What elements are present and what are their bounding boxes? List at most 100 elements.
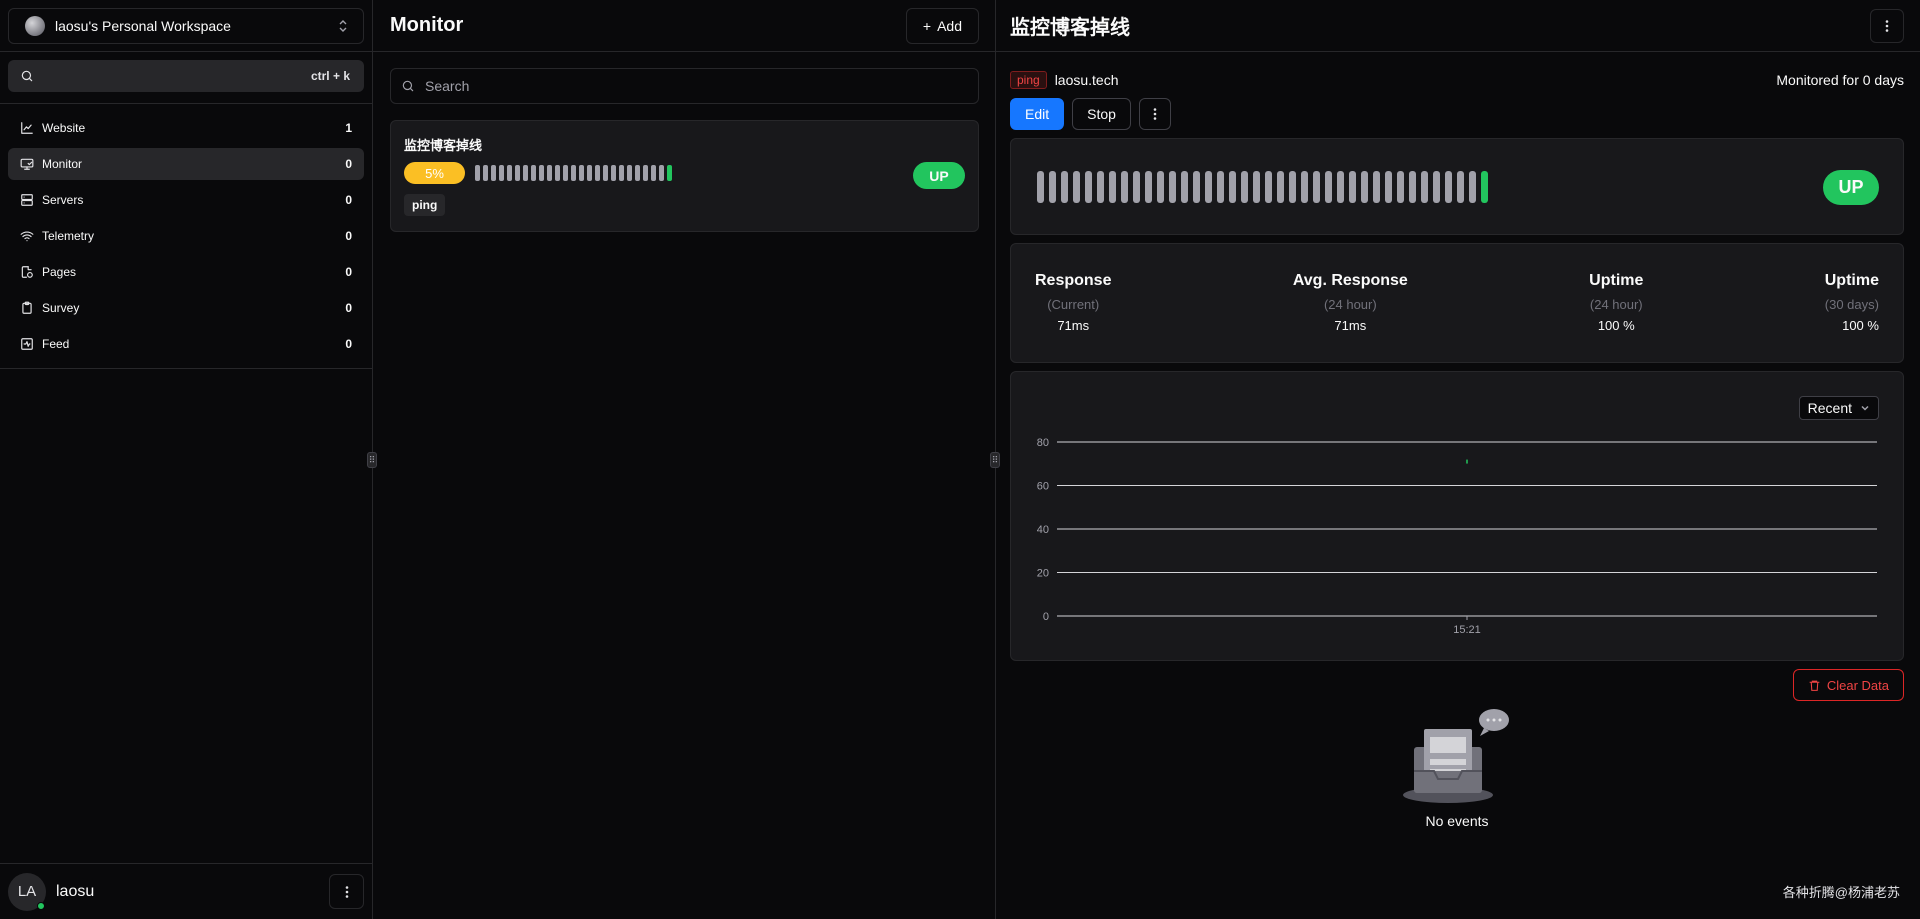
heartbeat-bar (1169, 170, 1176, 203)
heartbeat-bar (1049, 170, 1056, 203)
add-monitor-button[interactable]: + Add (905, 7, 979, 44)
empty-inbox-illustration (1403, 709, 1509, 803)
sidebar-item-label: Monitor (42, 157, 83, 171)
sidebar-item-count: 0 (345, 265, 352, 279)
stat-title: Uptime (1589, 272, 1644, 289)
stat-value: 71ms (1057, 318, 1090, 333)
stat-avg-response: Avg. Response (24 hour) 71ms (1293, 272, 1408, 362)
sidebar-item-telemetry[interactable]: Telemetry 0 (8, 220, 364, 252)
monitor-list-pane: Monitor + Add 监控博客掉线 5% UP ping ⠿ (373, 0, 1000, 919)
user-bar: LA laosu (0, 863, 372, 919)
y-tick-label: 0 (1043, 611, 1049, 623)
stats-card: Response (Current) 71ms Avg. Response (2… (1010, 243, 1904, 363)
sidebar-item-label: Survey (42, 301, 80, 315)
detail-header: 监控博客掉线 (996, 0, 1920, 52)
heartbeat-bar (1409, 170, 1416, 203)
sidebar-item-survey[interactable]: Survey 0 (8, 292, 364, 324)
heartbeat-bar (1289, 170, 1296, 203)
sidebar-item-monitor[interactable]: Monitor 0 (8, 148, 364, 180)
monitor-card[interactable]: 监控博客掉线 5% UP ping (390, 120, 979, 232)
heartbeat-bar (1481, 170, 1488, 203)
grip-icon: ⠿ (368, 454, 376, 465)
pulse-icon (20, 337, 34, 351)
stat-value: 100 % (1597, 318, 1635, 333)
heartbeat-bar (1217, 170, 1224, 203)
heartbeat-bar (595, 165, 600, 181)
heartbeat-bar (1457, 170, 1464, 203)
edit-button[interactable]: Edit (1010, 98, 1065, 130)
sidebar-item-feed[interactable]: Feed 0 (8, 328, 364, 360)
avatar-initials: LA (17, 883, 37, 900)
sidebar-item-count: 0 (345, 229, 352, 243)
more-actions-button[interactable] (1138, 98, 1171, 130)
more-vertical-icon (1885, 19, 1889, 32)
stat-uptime-24h: Uptime (24 hour) 100 % (1589, 272, 1643, 362)
clear-data-label: Clear Data (1826, 677, 1889, 693)
response-chart-card: 0 20 40 60 80 15:21 Recent (1010, 371, 1904, 661)
sidebar-resize-handle[interactable]: ⠿ (367, 452, 377, 468)
sidebar-nav: Website 1 Monitor 0 Servers 0 Telemetry … (0, 104, 372, 369)
avatar[interactable]: LA (8, 872, 46, 911)
sidebar-item-count: 1 (345, 121, 352, 135)
sidebar-item-label: Servers (42, 193, 84, 207)
sidebar-item-website[interactable]: Website 1 (8, 112, 364, 144)
sidebar-item-servers[interactable]: Servers 0 (8, 184, 364, 216)
heartbeat-bar (555, 165, 560, 181)
workspace-switcher[interactable]: laosu's Personal Workspace (8, 8, 364, 44)
online-status-dot (37, 901, 45, 910)
heartbeat-bar (1337, 170, 1344, 203)
server-icon (20, 193, 34, 207)
heartbeat-bar (491, 165, 496, 181)
stat-subtitle: (Current) (1047, 297, 1100, 312)
plus-icon: + (922, 17, 932, 34)
user-menu-button[interactable] (329, 874, 364, 909)
sidebar-item-label: Telemetry (42, 229, 95, 243)
sidebar-item-label: Website (42, 121, 86, 135)
heartbeat-bar (1469, 170, 1476, 203)
sidebar-item-pages[interactable]: Pages 0 (8, 256, 364, 288)
empty-events-text: No events (1425, 813, 1489, 829)
heartbeat-bar (563, 165, 568, 181)
chevron-down-icon (1861, 405, 1869, 411)
clear-data-button[interactable]: Clear Data (1792, 669, 1904, 701)
heartbeat-bar (1181, 170, 1188, 203)
heartbeat-bar (1037, 170, 1044, 203)
heartbeat-bar (1073, 170, 1080, 203)
monitor-name: 监控博客掉线 (404, 138, 483, 153)
grip-icon: ⠿ (991, 454, 999, 465)
stop-button[interactable]: Stop (1072, 98, 1131, 130)
monitor-type-tag: ping (1010, 71, 1047, 89)
sidebar-item-count: 0 (345, 157, 352, 171)
uptime-percent-badge: 5% (404, 162, 465, 184)
monitor-host: laosu.tech (1054, 72, 1119, 88)
sidebar-item-label: Pages (42, 265, 77, 279)
y-tick-label: 60 (1037, 481, 1049, 493)
response-chart: 0 20 40 60 80 15:21 (1037, 437, 1877, 636)
heartbeat-bar (539, 165, 544, 181)
search-input[interactable] (425, 78, 968, 94)
monitor-icon (20, 157, 34, 171)
heartbeat-bar (1145, 170, 1152, 203)
search-icon (20, 69, 34, 83)
command-search-button[interactable]: ctrl + k (8, 60, 364, 92)
sidebar-item-count: 0 (345, 301, 352, 315)
heartbeat-bars (1037, 170, 1488, 203)
clipboard-icon (20, 301, 34, 315)
heartbeat-bar (1361, 170, 1368, 203)
range-select[interactable]: Recent (1798, 396, 1879, 420)
heartbeat-bar (651, 165, 656, 181)
heartbeat-bar (1301, 170, 1308, 203)
heartbeat-bar (475, 165, 480, 181)
user-name: laosu (56, 882, 95, 900)
status-badge: UP (1823, 170, 1879, 205)
heartbeat-bar (1193, 170, 1200, 203)
y-tick-label: 40 (1037, 524, 1049, 536)
workspace-header: laosu's Personal Workspace (0, 0, 372, 52)
detail-menu-button[interactable] (1870, 8, 1904, 43)
list-resize-handle[interactable]: ⠿ (990, 452, 1000, 468)
heartbeat-bar (1205, 170, 1212, 203)
heartbeat-bar (507, 165, 512, 181)
heartbeat-bar (1397, 170, 1404, 203)
heartbeat-bar (515, 165, 520, 181)
heartbeat-bar (1325, 170, 1332, 203)
